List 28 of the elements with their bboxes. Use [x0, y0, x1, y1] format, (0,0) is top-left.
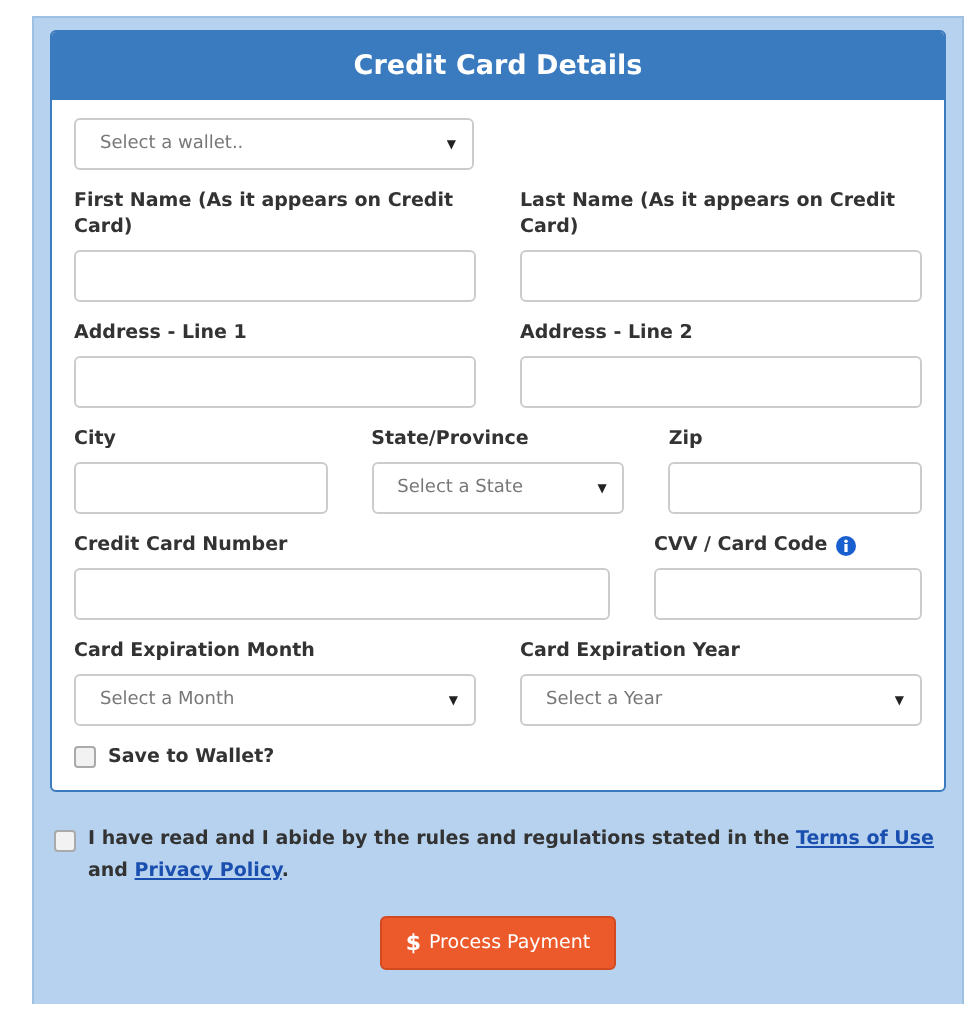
- field-label: Address - Line 1: [74, 320, 249, 346]
- field-label: Card Expiration Year: [520, 638, 742, 664]
- input-field[interactable]: [520, 356, 922, 408]
- checkbox[interactable]: [74, 746, 96, 768]
- dollar-icon: $: [405, 930, 421, 956]
- input-field[interactable]: [520, 250, 922, 302]
- input-field[interactable]: [668, 462, 922, 514]
- field-label: First Name (As it appears on Credit Card): [74, 188, 456, 240]
- input-field[interactable]: [74, 568, 610, 620]
- input-field[interactable]: [74, 250, 476, 302]
- link[interactable]: Terms of Use: [796, 828, 934, 850]
- input-field[interactable]: [654, 568, 922, 620]
- panel-title: Credit Card Details: [52, 32, 944, 100]
- field-label: CVV / Card Code: [654, 532, 922, 558]
- field-label: State/Province: [371, 426, 531, 452]
- field-label: Credit Card Number: [74, 532, 290, 558]
- link[interactable]: Privacy Policy: [134, 860, 282, 882]
- checkbox[interactable]: [54, 830, 76, 852]
- info-icon[interactable]: [835, 535, 856, 555]
- field-label: City: [74, 426, 118, 452]
- field-label: Last Name (As it appears on Credit Card): [520, 188, 898, 240]
- field-label: Address - Line 2: [520, 320, 695, 346]
- input-field[interactable]: [74, 462, 328, 514]
- field-label: Zip: [668, 426, 705, 452]
- checkbox-label: Save to Wallet?: [108, 744, 275, 770]
- input-field[interactable]: [74, 356, 476, 408]
- field-label: Card Expiration Month: [74, 638, 317, 664]
- agreement-text: I have read and I abide by the rules and regulations stated in the Terms of Use and Privacy Policy.: [88, 826, 936, 886]
